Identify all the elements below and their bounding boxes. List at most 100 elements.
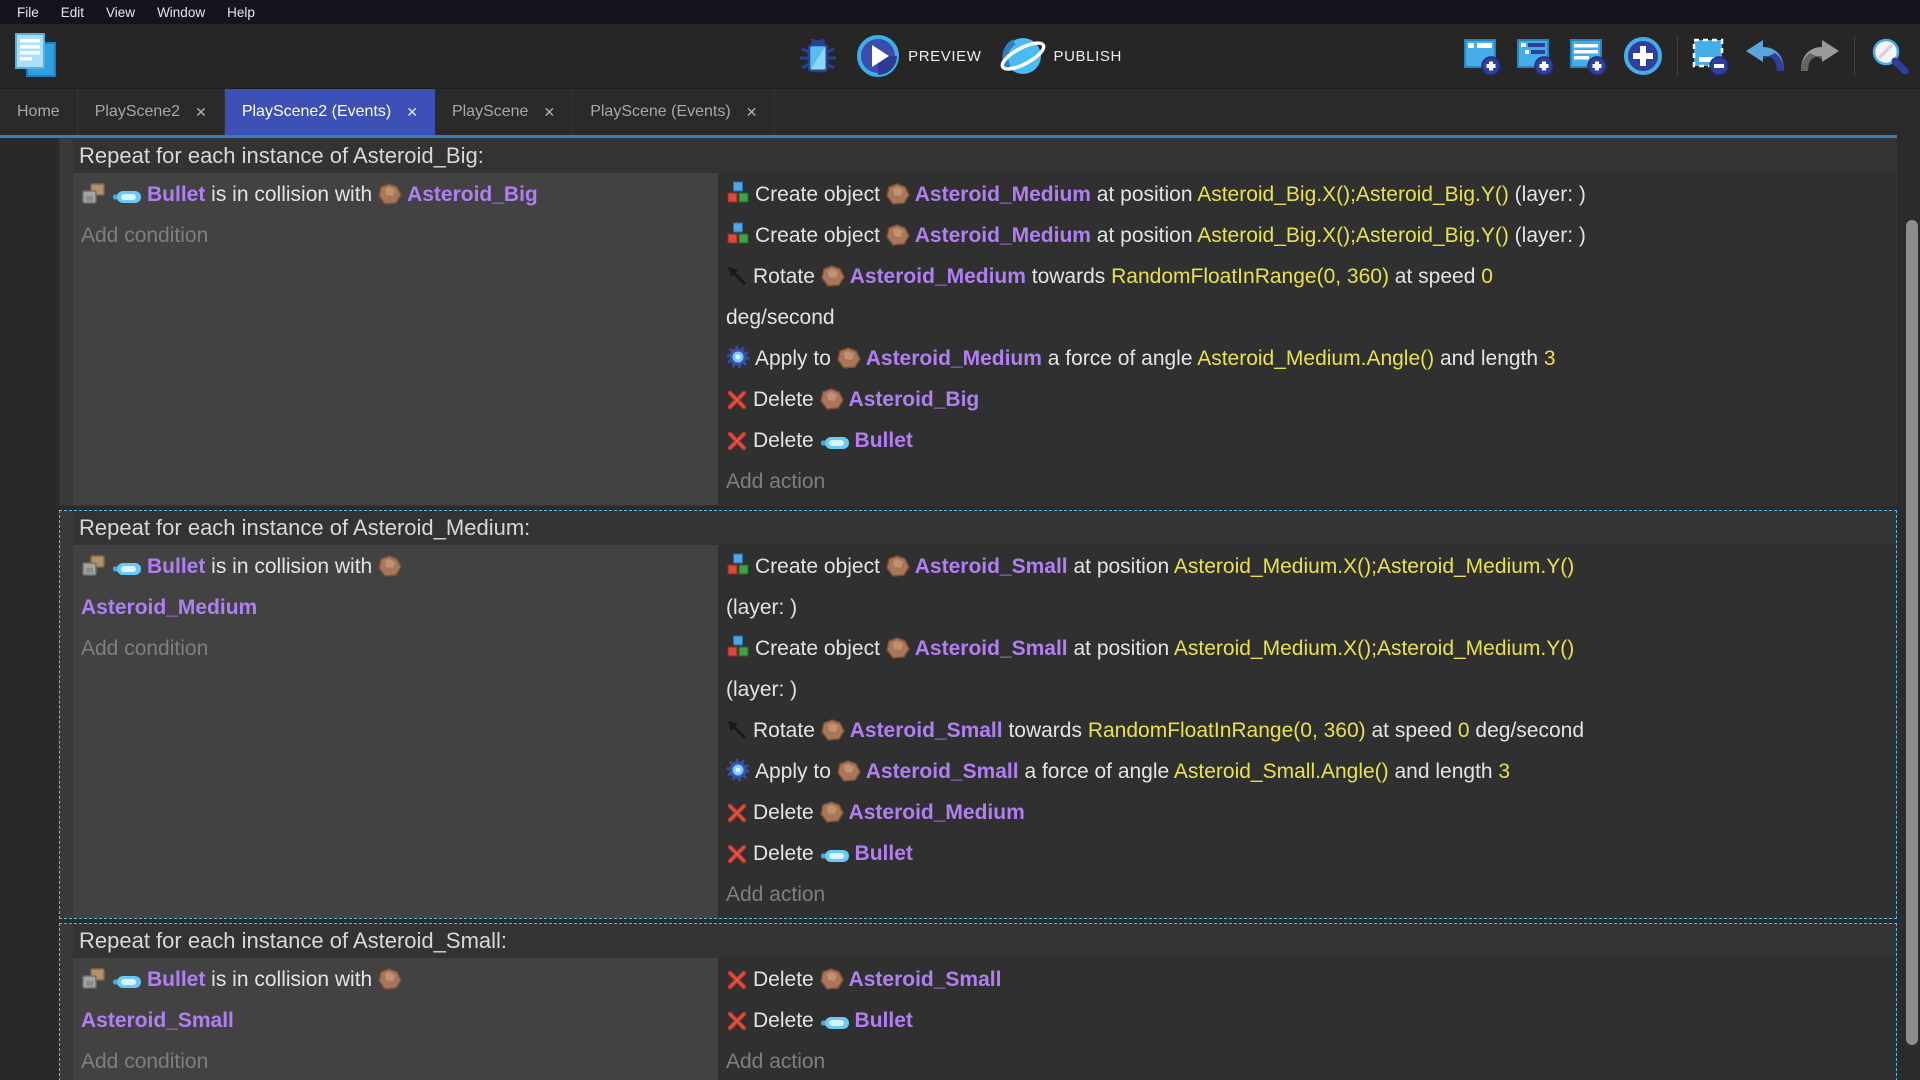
condition-row[interactable]: Bullet is in collision with Asteroid_Big [81,174,710,215]
object-name: Asteroid_Small [915,637,1068,660]
conditions-column: Bullet is in collision with Asteroid_Big… [73,173,718,505]
action-row[interactable]: Delete Asteroid_Small [726,959,1888,1000]
action-row[interactable]: Create object Asteroid_Medium at positio… [726,174,1888,215]
asteroid-icon [821,719,845,741]
menu-item-view[interactable]: View [95,0,146,24]
conditions-column: Bullet is in collision with Asteroid_Sma… [73,958,718,1080]
tab-close-icon[interactable]: ✕ [406,104,418,121]
action-row[interactable]: Create object Asteroid_Small at position… [726,628,1888,710]
action-row[interactable]: Rotate Asteroid_Small towards RandomFloa… [726,710,1888,751]
tab-playscene-events-[interactable]: PlayScene (Events)✕ [573,89,775,135]
sentence-text: and length [1434,347,1544,370]
tab-close-icon[interactable]: ✕ [195,104,207,121]
add-action[interactable]: Add action [726,874,1888,915]
object-name: Asteroid_Medium [866,347,1042,370]
sentence-text: at speed [1366,719,1458,742]
action-row[interactable]: Apply to Asteroid_Small a force of angle… [726,751,1888,792]
tab-close-icon[interactable]: ✕ [746,104,758,121]
action-row[interactable]: Delete Bullet [726,833,1888,874]
undo-icon[interactable] [1744,38,1786,74]
event-drag-handle[interactable] [60,511,73,918]
action-row[interactable]: Rotate Asteroid_Medium towards RandomFlo… [726,256,1888,338]
tab-label: PlayScene2 (Events) [242,103,391,121]
publish-button[interactable]: PUBLISH [1000,34,1122,78]
action-row[interactable]: Delete Asteroid_Big [726,379,1888,420]
sentence-text: Apply to [755,347,837,370]
asteroid-icon [886,555,910,577]
asteroid-icon [886,183,910,205]
toolbar-separator [1854,36,1855,76]
add-condition[interactable]: Add condition [81,628,710,669]
event-drag-handle[interactable] [60,924,73,1080]
asteroid-icon [886,224,910,246]
tab-playscene2[interactable]: PlayScene2 ✕ [78,89,225,135]
menu-item-window[interactable]: Window [146,0,216,24]
event-drag-handle[interactable] [60,139,73,505]
menu-item-file[interactable]: File [6,0,50,24]
object-name: Asteroid_Small [81,1009,234,1032]
sentence-text: is in collision with [205,968,378,991]
asteroid-icon [837,347,861,369]
add-subevent-icon[interactable] [1516,35,1556,77]
sentence-text: and length [1389,760,1499,783]
event-block[interactable]: Repeat for each instance of Asteroid_Sma… [59,923,1897,1080]
tab-label: PlayScene2 [95,103,180,121]
vertical-scrollbar[interactable] [1904,135,1920,1080]
event-main: Repeat for each instance of Asteroid_Med… [73,511,1896,918]
sentence-text: at position [1068,637,1174,660]
object-name: Asteroid_Medium [81,596,257,619]
menu-bar: FileEditViewWindowHelp [0,0,1920,24]
add-event-circle-icon[interactable] [1622,35,1664,77]
sentence-text: Apply to [755,760,837,783]
event-header[interactable]: Repeat for each instance of Asteroid_Big… [73,139,1896,173]
condition-row[interactable]: Bullet is in collision with Asteroid_Sma… [81,959,710,1041]
condition-row[interactable]: Bullet is in collision with Asteroid_Med… [81,546,710,628]
add-event-icon[interactable] [1463,35,1503,77]
redo-icon[interactable] [1799,38,1841,74]
menu-item-help[interactable]: Help [216,0,266,24]
event-header[interactable]: Repeat for each instance of Asteroid_Med… [73,511,1896,545]
menu-item-edit[interactable]: Edit [50,0,95,24]
object-name: Bullet [147,555,205,578]
object-name: Asteroid_Medium [849,801,1025,824]
bullet-icon [820,1015,850,1031]
create-object-icon [726,635,750,659]
action-row[interactable]: Apply to Asteroid_Medium a force of angl… [726,338,1888,379]
asteroid-icon [837,760,861,782]
tab-close-icon[interactable]: ✕ [543,104,555,121]
scrollbar-thumb[interactable] [1906,220,1918,1045]
tab-playscene[interactable]: PlayScene ✕ [435,89,573,135]
event-block[interactable]: Repeat for each instance of Asteroid_Med… [59,510,1897,919]
actions-column: Create object Asteroid_Small at position… [718,545,1896,918]
add-action[interactable]: Add action [726,1041,1888,1080]
add-action[interactable]: Add action [726,461,1888,502]
delete-icon [726,803,748,823]
expression: Asteroid_Big.X();Asteroid_Big.Y() [1197,183,1509,206]
add-condition[interactable]: Add condition [81,1041,710,1080]
bullet-icon [820,848,850,864]
add-comment-icon[interactable] [1569,35,1609,77]
object-name: Bullet [855,429,913,452]
add-condition[interactable]: Add condition [81,215,710,256]
action-row[interactable]: Delete Asteroid_Medium [726,792,1888,833]
sentence-text: at position [1068,555,1174,578]
search-icon[interactable] [1868,35,1910,77]
object-name: Asteroid_Small [915,555,1068,578]
tab-playscene2-events-[interactable]: PlayScene2 (Events) ✕ [225,89,435,135]
action-row[interactable]: Delete Bullet [726,420,1888,461]
remove-selection-icon[interactable] [1691,35,1731,77]
preview-button[interactable]: PREVIEW [856,34,981,78]
tab-label: PlayScene [452,103,529,121]
action-row[interactable]: Delete Bullet [726,1000,1888,1041]
asteroid-icon [378,555,402,577]
event-block[interactable]: Repeat for each instance of Asteroid_Big… [59,138,1897,506]
sentence-text: Create object [755,224,886,247]
action-row[interactable]: Create object Asteroid_Small at position… [726,546,1888,628]
sentence-text: Delete [753,388,820,411]
action-row[interactable]: Create object Asteroid_Medium at positio… [726,215,1888,256]
tab-home[interactable]: Home [0,89,78,135]
actions-column: Create object Asteroid_Medium at positio… [718,173,1896,505]
expression: Asteroid_Medium.Angle() [1197,347,1434,370]
debugger-icon[interactable] [798,37,838,75]
event-header[interactable]: Repeat for each instance of Asteroid_Sma… [73,924,1896,958]
